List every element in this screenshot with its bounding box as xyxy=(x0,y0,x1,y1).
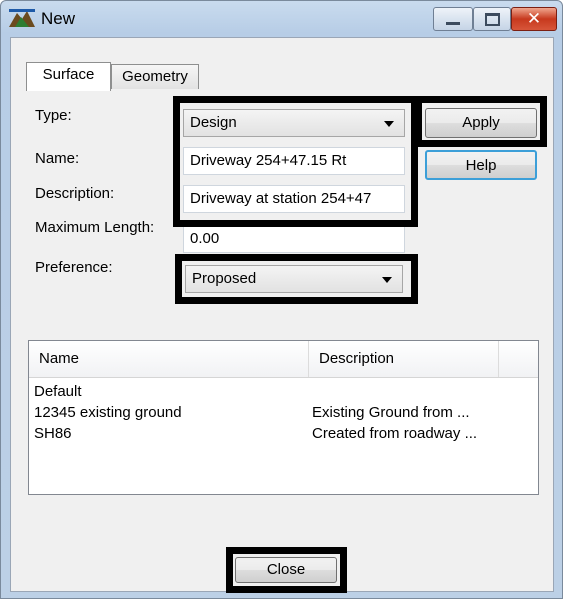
close-icon: ✕ xyxy=(526,8,542,29)
minimize-button[interactable] xyxy=(433,7,473,31)
chevron-down-icon xyxy=(384,121,394,127)
tab-geometry[interactable]: Geometry xyxy=(111,64,199,89)
apply-button[interactable]: Apply xyxy=(425,108,537,138)
list-item-description: Existing Ground from ... xyxy=(312,404,470,421)
title-bar[interactable]: New ✕ xyxy=(1,1,562,37)
list-item[interactable]: 12345 existing ground Existing Ground fr… xyxy=(29,402,538,424)
type-label: Type: xyxy=(35,107,72,124)
description-value: Driveway at station 254+47 xyxy=(190,190,372,207)
description-label: Description: xyxy=(35,185,115,202)
type-value: Design xyxy=(190,114,237,131)
app-icon xyxy=(9,9,35,27)
description-field[interactable]: Driveway at station 254+47 xyxy=(183,185,405,213)
chevron-down-icon xyxy=(382,277,392,283)
maximum-length-value: 0.00 xyxy=(190,230,220,247)
tab-surface[interactable]: Surface xyxy=(26,62,111,91)
column-header-description[interactable]: Description xyxy=(309,341,499,377)
close-button[interactable]: Close xyxy=(235,557,337,583)
type-dropdown[interactable]: Design xyxy=(183,109,405,137)
minimize-icon xyxy=(446,21,460,25)
list-item-description: Created from roadway ... xyxy=(312,425,478,442)
list-item-name: Default xyxy=(34,383,82,400)
maximum-length-field[interactable]: 0.00 xyxy=(183,225,405,253)
maximize-icon xyxy=(484,12,500,26)
list-header: Name Description xyxy=(29,341,538,378)
column-header-name[interactable]: Name xyxy=(29,341,309,377)
list-item-name: 12345 existing ground xyxy=(34,404,182,421)
preference-label: Preference: xyxy=(35,259,113,276)
surface-list[interactable]: Name Description Default 12345 existing … xyxy=(28,340,539,495)
name-field[interactable]: Driveway 254+47.15 Rt xyxy=(183,147,405,175)
preference-value: Proposed xyxy=(192,270,257,287)
list-item[interactable]: Default xyxy=(29,381,538,403)
maximum-length-label: Maximum Length: xyxy=(35,219,155,236)
maximize-button[interactable] xyxy=(473,7,511,31)
new-dialog-window: New ✕ Surface Geometry Type: Name: Descr… xyxy=(0,0,563,599)
name-label: Name: xyxy=(35,150,80,167)
list-item[interactable]: SH86 Created from roadway ... xyxy=(29,423,538,445)
name-value: Driveway 254+47.15 Rt xyxy=(190,152,347,169)
help-button[interactable]: Help xyxy=(425,150,537,180)
list-item-name: SH86 xyxy=(34,425,72,442)
window-close-button[interactable]: ✕ xyxy=(511,7,557,31)
preference-dropdown[interactable]: Proposed xyxy=(185,265,403,293)
window-title: New xyxy=(41,9,76,28)
